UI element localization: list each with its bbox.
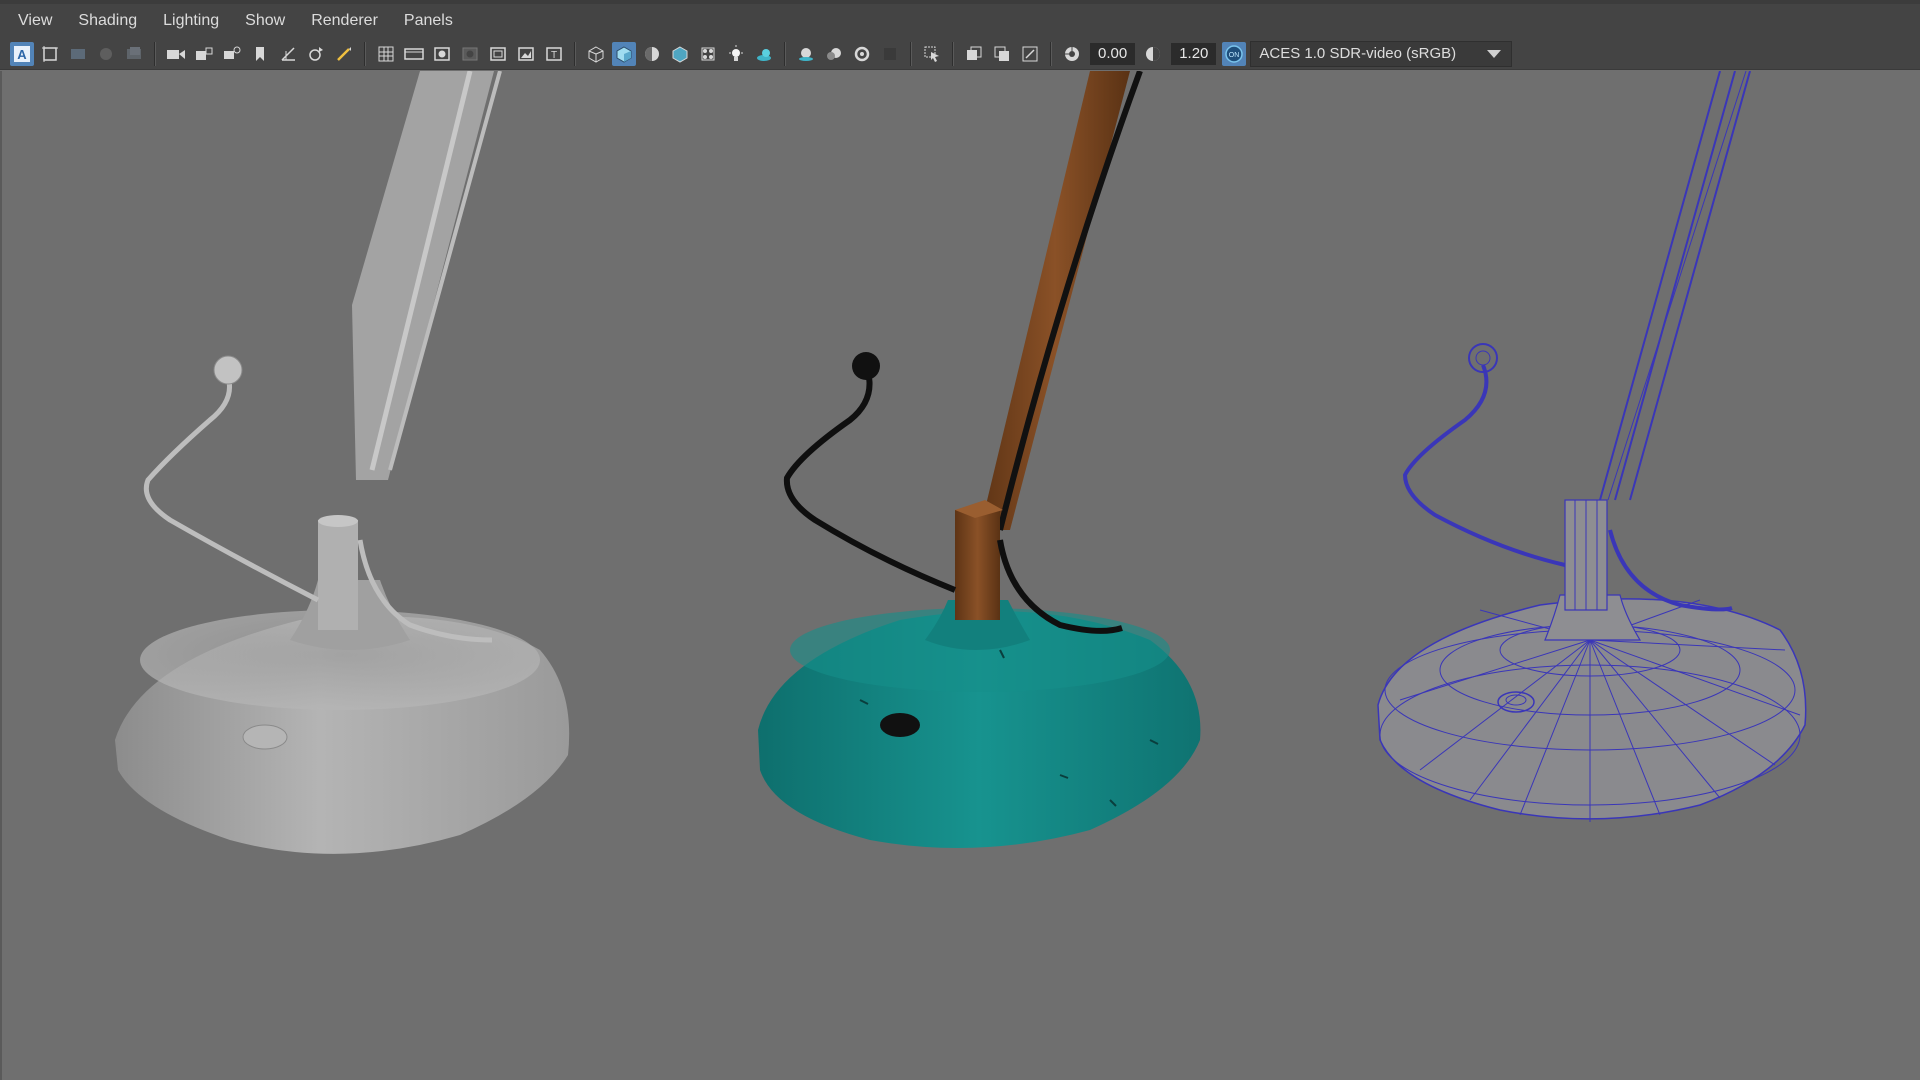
3d-viewport[interactable] — [0, 71, 1920, 1080]
toolbar-separator — [1050, 41, 1052, 66]
toolbar-separator — [364, 41, 366, 66]
wireframe-icon[interactable] — [584, 42, 608, 66]
bookmarks-icon[interactable] — [66, 42, 90, 66]
camera-icon[interactable] — [164, 42, 188, 66]
select-camera-icon[interactable]: A — [10, 41, 34, 66]
camera-attributes-icon[interactable] — [38, 42, 62, 66]
safe-action-icon[interactable] — [430, 42, 454, 66]
xray-icon[interactable] — [696, 42, 720, 66]
gamma-field[interactable]: 1.20 — [1171, 42, 1217, 65]
film-gate-icon[interactable] — [304, 42, 328, 66]
menu-shading[interactable]: Shading — [68, 12, 147, 30]
lamp-arm — [352, 71, 494, 480]
safe-title-icon[interactable] — [458, 42, 482, 66]
exposure-field[interactable]: 0.00 — [1090, 42, 1136, 65]
menu-renderer[interactable]: Renderer — [301, 12, 388, 30]
backface-culling-icon[interactable] — [990, 42, 1014, 66]
lights-icon[interactable] — [724, 42, 748, 66]
color-management-icon[interactable]: ON — [1222, 41, 1247, 66]
svg-text:A: A — [17, 47, 27, 62]
panel-menubar: View Shading Lighting Show Renderer Pane… — [0, 4, 1920, 38]
viewport-left-edge — [0, 71, 2, 1080]
view-transform-value: ACES 1.0 SDR-video (sRGB) — [1259, 45, 1457, 62]
bookmark-icon[interactable] — [248, 42, 272, 66]
xray-joints-icon[interactable] — [486, 42, 510, 66]
resolution-gate-icon[interactable] — [332, 42, 356, 66]
wireframe-on-shaded-icon[interactable] — [668, 42, 692, 66]
toolbar-separator — [574, 41, 576, 66]
menu-lighting[interactable]: Lighting — [153, 12, 229, 30]
smooth-shade-icon[interactable] — [612, 41, 636, 66]
panel-toolbar: A T 0.00 1.20 ON ACES 1.0 SDR-video (sRG… — [0, 38, 1920, 70]
toolbar-separator — [784, 41, 786, 66]
lock-camera-icon[interactable] — [192, 42, 216, 66]
gamma-icon[interactable] — [1141, 42, 1165, 66]
color-management-toggle-label: ON — [1229, 52, 1240, 59]
ambient-occlusion-icon[interactable] — [794, 42, 818, 66]
gate-mask-icon[interactable] — [374, 42, 398, 66]
textured-preview-icon[interactable] — [514, 42, 538, 66]
view-transform-dropdown[interactable]: ACES 1.0 SDR-video (sRGB) — [1250, 40, 1513, 67]
toggle-hud-icon[interactable] — [1018, 42, 1042, 66]
lamp-wireframe[interactable] — [1377, 71, 1807, 822]
grid-icon[interactable] — [276, 42, 300, 66]
menu-show[interactable]: Show — [235, 12, 295, 30]
default-material-icon[interactable] — [640, 42, 664, 66]
hud-icon[interactable]: T — [542, 42, 566, 66]
xray-active-icon[interactable] — [962, 42, 986, 66]
svg-text:T: T — [551, 50, 557, 61]
2d-pan-zoom-icon[interactable] — [122, 42, 146, 66]
shadows-icon[interactable] — [752, 42, 776, 66]
menu-view[interactable]: View — [8, 12, 62, 30]
field-chart-icon[interactable] — [402, 42, 426, 66]
lamp-textured[interactable] — [758, 71, 1201, 848]
motion-blur-icon[interactable] — [822, 42, 846, 66]
depth-of-field-icon[interactable] — [878, 42, 902, 66]
exposure-icon[interactable] — [1060, 42, 1084, 66]
isolate-select-icon[interactable] — [920, 42, 944, 66]
lamp-arm-wood — [980, 71, 1130, 530]
multisample-aa-icon[interactable] — [850, 42, 874, 66]
image-plane-icon[interactable] — [94, 42, 118, 66]
grease-pencil-icon[interactable] — [220, 42, 244, 66]
viewport-canvas — [115, 71, 1807, 854]
lamp-shaded[interactable] — [115, 71, 570, 854]
toolbar-separator — [952, 41, 954, 66]
toolbar-separator — [910, 41, 912, 66]
toolbar-separator — [154, 41, 156, 66]
menu-panels[interactable]: Panels — [394, 12, 463, 30]
chevron-down-icon[interactable] — [1487, 49, 1502, 58]
